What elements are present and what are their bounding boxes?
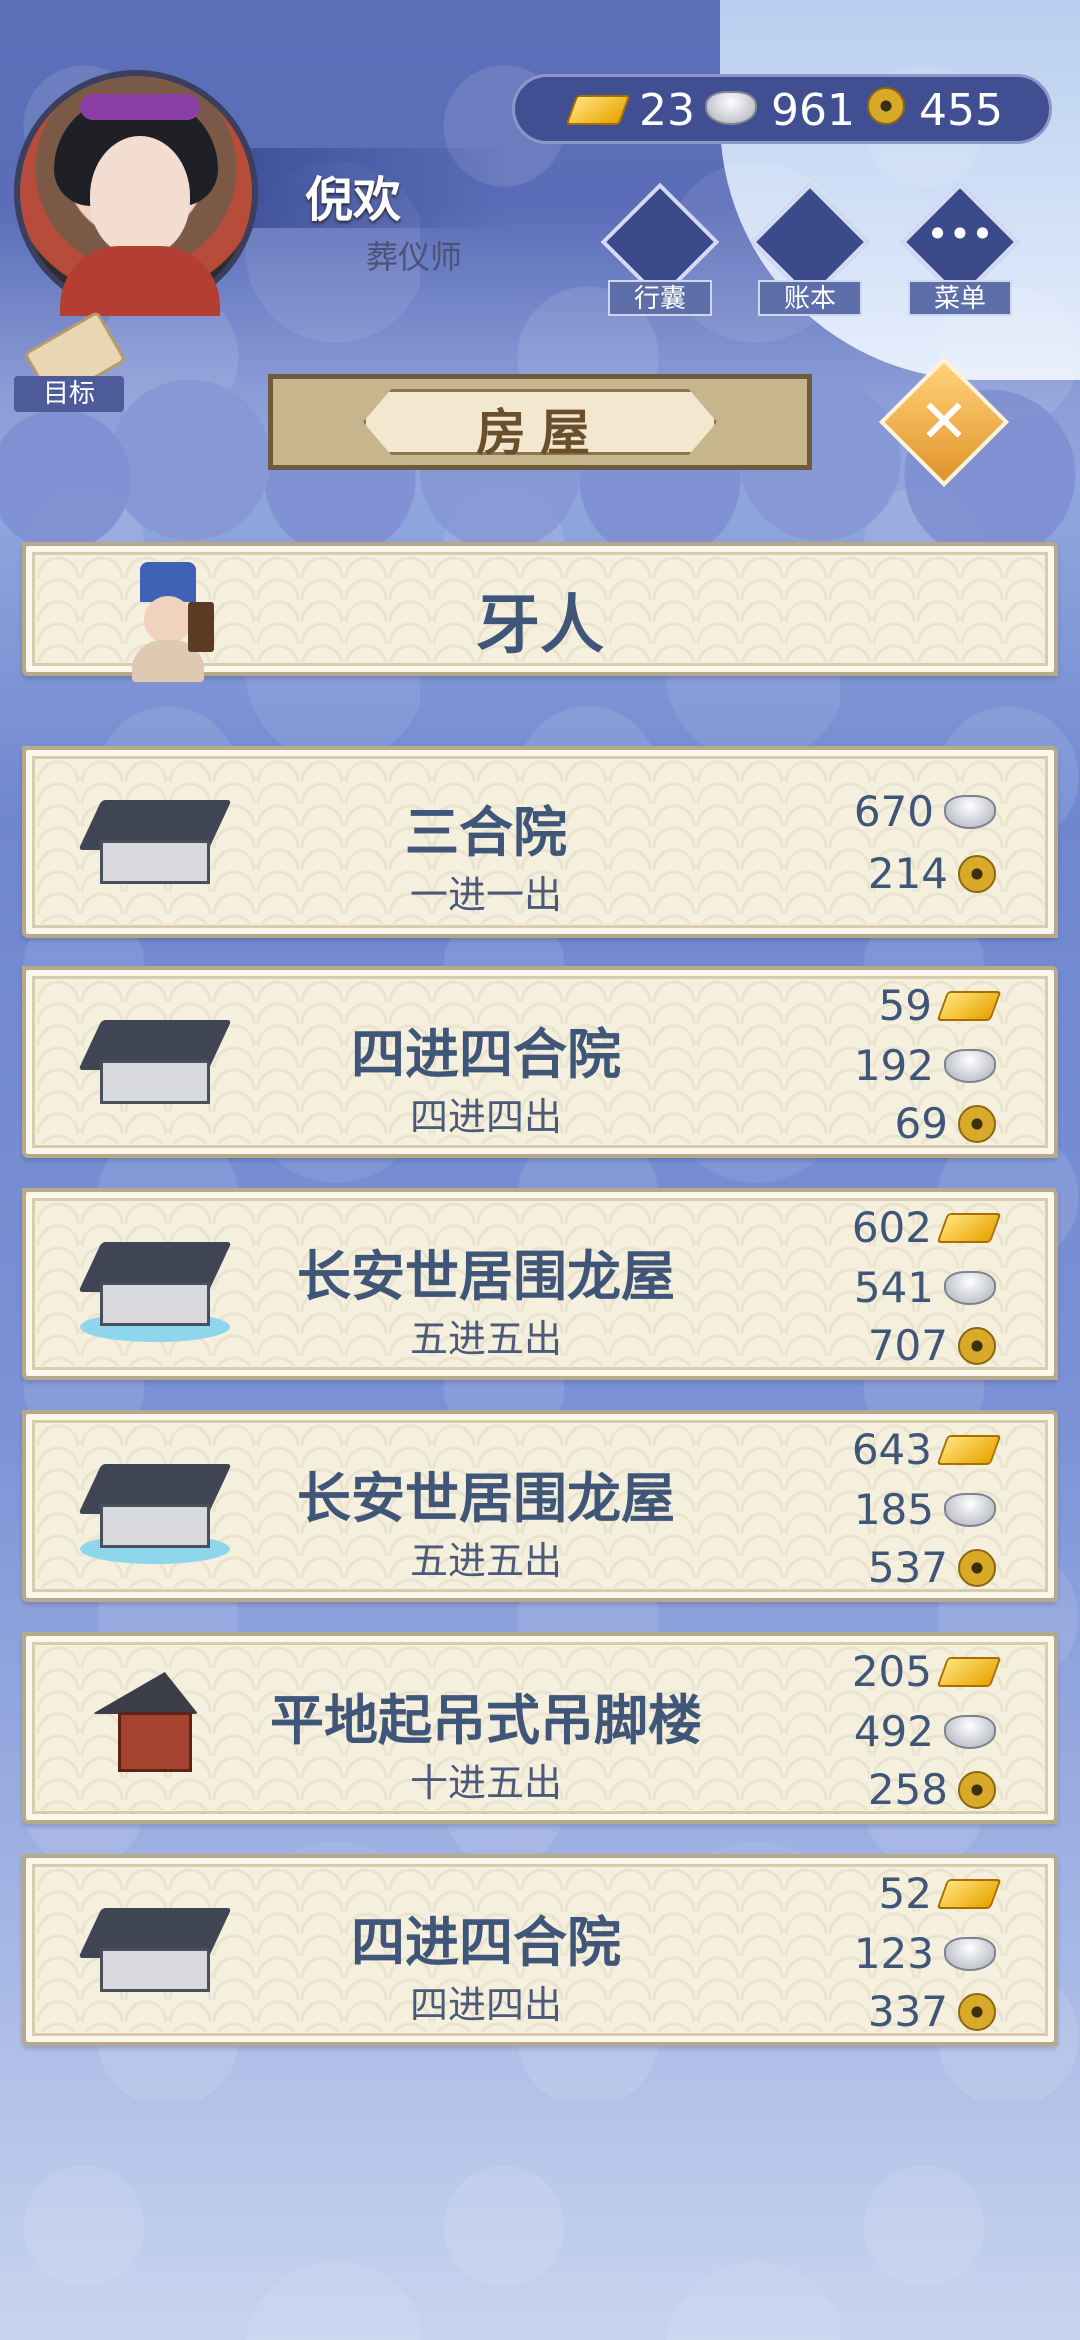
house-name: 四进四合院 — [351, 1023, 621, 1086]
house-layout: 四进四出 — [409, 1095, 562, 1139]
house-card[interactable]: 四进四合院 四进四出 52 123 337 — [22, 1854, 1058, 2046]
gold-amount: 23 — [639, 85, 695, 136]
copper-coin-icon — [958, 1326, 996, 1365]
silver-price-value: 192 — [853, 1041, 934, 1090]
silver-price: 492 — [796, 1704, 996, 1762]
copper-price-value: 258 — [867, 1765, 948, 1814]
close-icon: ✕ — [918, 387, 970, 457]
house-layout: 一进一出 — [409, 873, 562, 917]
player-avatar[interactable] — [14, 70, 258, 316]
gold-price-value: 52 — [878, 1869, 932, 1918]
copper-coin-icon — [958, 1992, 996, 2031]
silver-ingot-icon — [944, 1048, 996, 1083]
house-card[interactable]: 三合院 一进一出 670 214 — [22, 746, 1058, 938]
silver-ingot-icon — [944, 1492, 996, 1527]
silver-ingot-icon — [705, 91, 757, 125]
copper-price: 707 — [796, 1318, 996, 1376]
house-card[interactable]: 四进四合院 四进四出 59 192 69 — [22, 966, 1058, 1158]
gold-price: 52 — [796, 1866, 1002, 1924]
gold-price: 643 — [796, 1422, 1002, 1480]
silver-ingot-icon — [944, 1270, 996, 1305]
silver-price: 123 — [796, 1926, 996, 1984]
house-card[interactable]: 长安世居围龙屋 五进五出 643 185 537 — [22, 1410, 1058, 1602]
silver-price-value: 185 — [853, 1485, 934, 1534]
silver-ingot-icon — [944, 1714, 996, 1749]
copper-coin-icon — [867, 87, 905, 125]
broker-card[interactable]: 牙人 — [22, 542, 1058, 682]
silver-price-value: 492 — [853, 1707, 934, 1756]
page-title-banner: 房屋 — [268, 374, 812, 470]
copper-price-value: 69 — [894, 1099, 948, 1148]
copper-price-value: 337 — [867, 1987, 948, 2036]
copper-coin-icon — [958, 1770, 996, 1809]
silver-price-value: 670 — [853, 787, 934, 836]
silver-ingot-icon — [944, 794, 996, 829]
silver-price: 541 — [796, 1260, 996, 1318]
gold-ingot-icon — [565, 95, 631, 125]
house-card[interactable]: 平地起吊式吊脚楼 十进五出 205 492 258 — [22, 1632, 1058, 1824]
gold-price-value: 602 — [851, 1203, 932, 1252]
copper-coin-icon — [958, 1104, 996, 1143]
menu-button[interactable]: ••• 菜单 — [900, 182, 1020, 320]
silver-amount-group: 961 — [705, 85, 855, 136]
player-title: 葬仪师 — [366, 238, 463, 276]
copper-coin-icon — [958, 1548, 996, 1587]
goal-label: 目标 — [14, 376, 124, 412]
ledger-button[interactable]: 账本 — [750, 182, 870, 320]
silver-amount: 961 — [771, 85, 855, 136]
copper-price-value: 707 — [867, 1321, 948, 1370]
page-title: 房屋 — [476, 404, 604, 462]
silver-price-value: 123 — [853, 1929, 934, 1978]
copper-price: 214 — [796, 846, 996, 904]
house-layout: 五进五出 — [409, 1539, 562, 1583]
copper-coin-icon — [958, 854, 996, 893]
copper-amount: 455 — [919, 85, 1003, 136]
bag-button[interactable]: 行囊 — [600, 182, 720, 320]
gold-ingot-icon — [936, 990, 1002, 1021]
silver-price: 185 — [796, 1482, 996, 1540]
silver-price: 670 — [796, 784, 996, 842]
house-name: 长安世居围龙屋 — [297, 1245, 675, 1308]
house-name: 长安世居围龙屋 — [297, 1467, 675, 1530]
copper-price: 258 — [796, 1762, 996, 1820]
copper-price-value: 537 — [867, 1543, 948, 1592]
copper-price: 337 — [796, 1984, 996, 2042]
gold-price-value: 59 — [878, 981, 932, 1030]
house-name: 四进四合院 — [351, 1911, 621, 1974]
gold-ingot-icon — [936, 1878, 1002, 1909]
gold-price: 59 — [796, 978, 1002, 1036]
gold-price-value: 205 — [851, 1647, 932, 1696]
silver-ingot-icon — [944, 1936, 996, 1971]
house-card[interactable]: 长安世居围龙屋 五进五出 602 541 707 — [22, 1188, 1058, 1380]
house-layout: 十进五出 — [409, 1761, 562, 1805]
currency-bar: 23 961 455 — [512, 74, 1052, 144]
gold-ingot-icon — [936, 1434, 1002, 1465]
ledger-label: 账本 — [758, 280, 862, 316]
goal-button[interactable]: 目标 — [14, 310, 127, 412]
gold-amount-group: 23 — [565, 85, 695, 136]
menu-label: 菜单 — [908, 280, 1012, 316]
player-name: 倪欢 — [305, 172, 402, 228]
broker-label: 牙人 — [476, 589, 604, 663]
more-dots: ••• — [926, 212, 994, 256]
copper-price: 69 — [796, 1096, 996, 1154]
house-name: 平地起吊式吊脚楼 — [270, 1689, 702, 1752]
gold-ingot-icon — [936, 1212, 1002, 1243]
silver-price-value: 541 — [853, 1263, 934, 1312]
house-layout: 四进四出 — [409, 1983, 562, 2027]
gold-ingot-icon — [936, 1656, 1002, 1687]
gold-price-value: 643 — [851, 1425, 932, 1474]
gold-price: 602 — [796, 1200, 1002, 1258]
copper-amount-group: 455 — [867, 85, 1003, 136]
house-name: 三合院 — [405, 801, 567, 864]
bag-label: 行囊 — [608, 280, 712, 316]
gold-price: 205 — [796, 1644, 1002, 1702]
silver-price: 192 — [796, 1038, 996, 1096]
house-layout: 五进五出 — [409, 1317, 562, 1361]
copper-price-value: 214 — [867, 849, 948, 898]
copper-price: 537 — [796, 1540, 996, 1598]
